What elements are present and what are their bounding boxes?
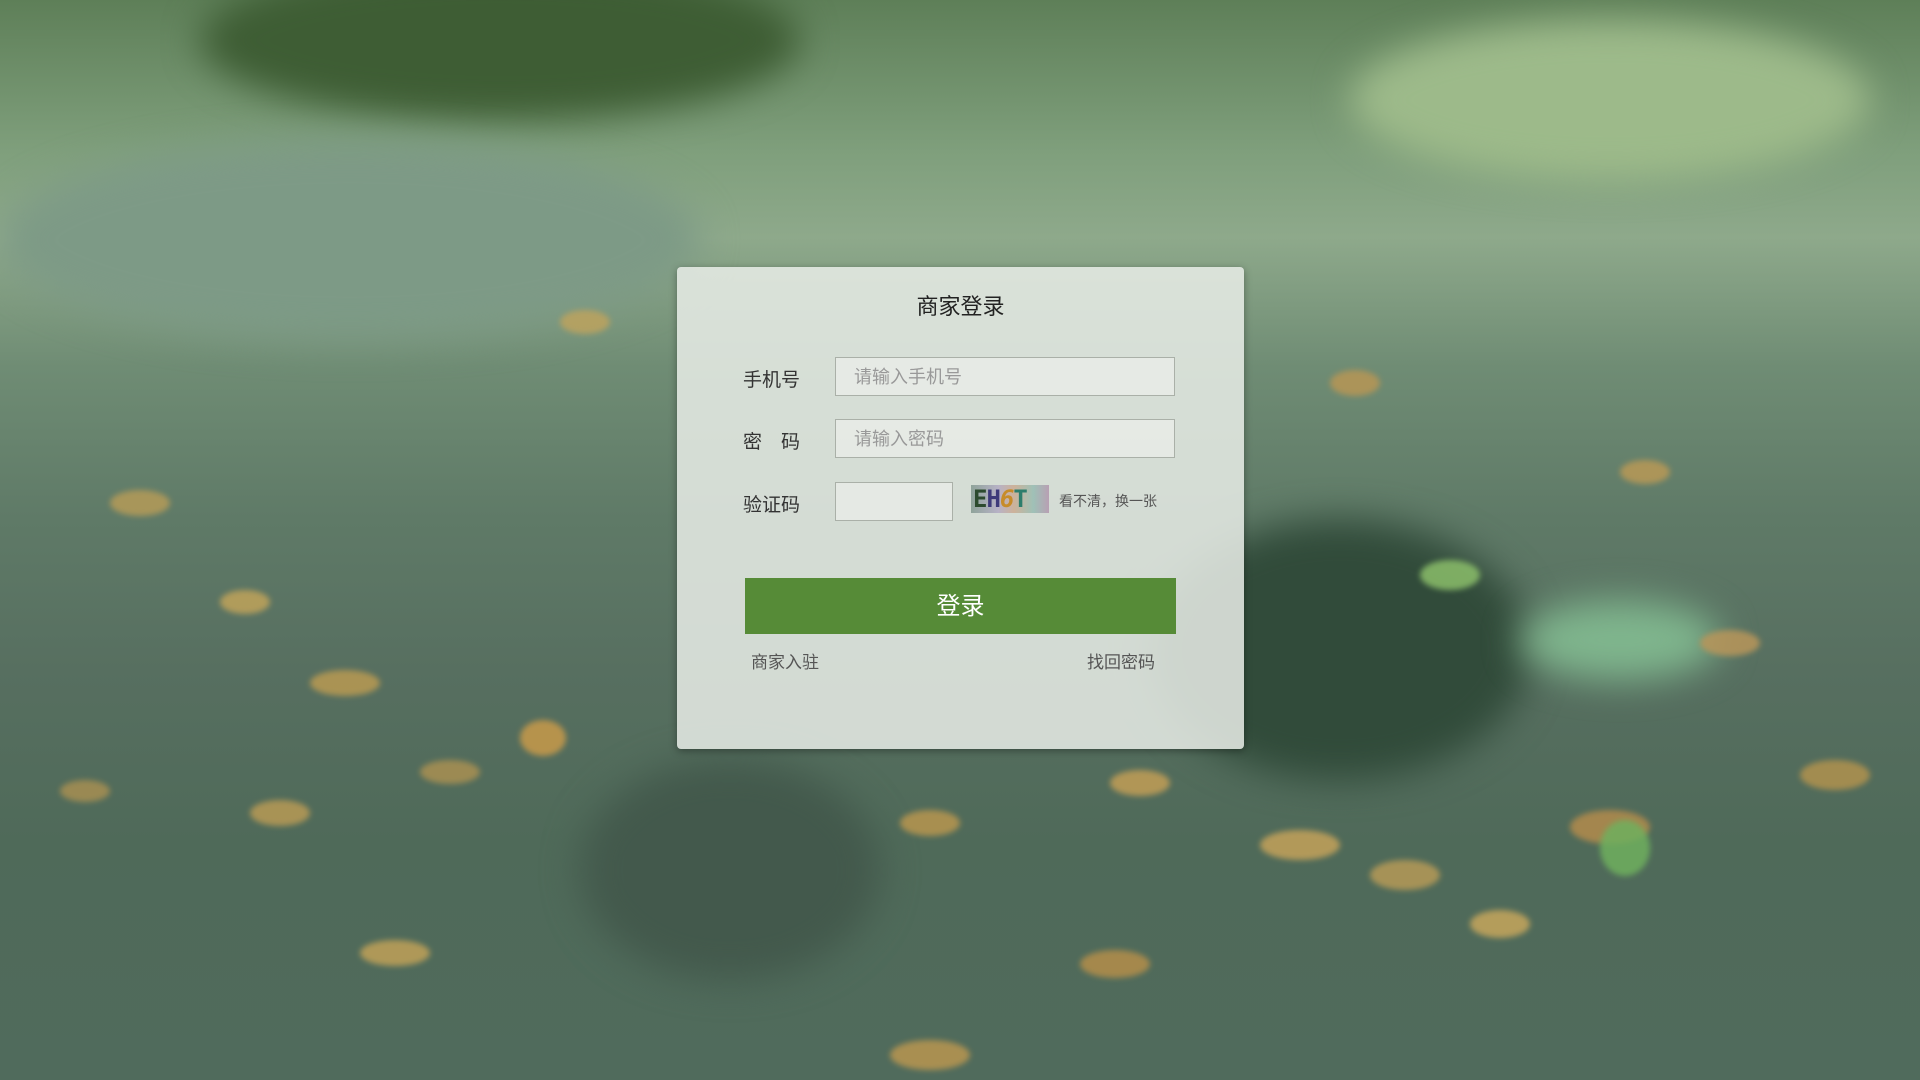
password-input[interactable]: 请输入密码 bbox=[835, 419, 1175, 458]
captcha-refresh-link[interactable]: 看不清，换一张 bbox=[1059, 491, 1157, 511]
login-button[interactable]: 登录 bbox=[745, 578, 1176, 634]
captcha-char: 6 bbox=[999, 485, 1014, 513]
captcha-char: E bbox=[973, 485, 987, 513]
captcha-label: 验证码 bbox=[743, 494, 801, 516]
forgot-password-link[interactable]: 找回密码 bbox=[1087, 648, 1155, 673]
phone-label: 手机号 bbox=[743, 369, 801, 391]
password-label: 密 码 bbox=[743, 431, 801, 453]
captcha-char: T bbox=[1013, 485, 1027, 513]
login-panel: 商家登录 手机号 请输入手机号 密 码 请输入密码 验证码 EH6T 看不清，换… bbox=[677, 267, 1244, 749]
captcha-input[interactable] bbox=[835, 482, 953, 521]
login-title: 商家登录 bbox=[916, 295, 1005, 320]
register-link[interactable]: 商家入驻 bbox=[751, 648, 819, 673]
captcha-char: H bbox=[986, 485, 1000, 513]
captcha-image[interactable]: EH6T bbox=[971, 485, 1049, 513]
phone-input[interactable]: 请输入手机号 bbox=[835, 357, 1175, 396]
